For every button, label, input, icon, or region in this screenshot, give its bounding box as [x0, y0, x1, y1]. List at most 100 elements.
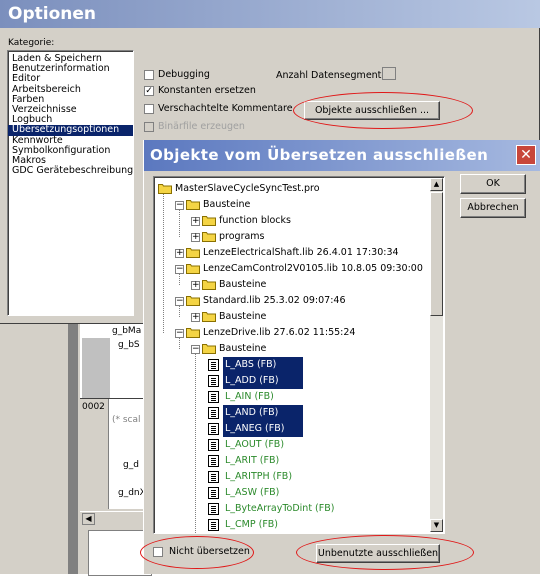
editor-comment: (* scal [112, 415, 141, 425]
document-icon [208, 423, 219, 435]
editor-line-margin [82, 338, 110, 398]
tree-item-label: Bausteine [219, 279, 267, 290]
exclude-unused-button[interactable]: Unbenutzte ausschließen [316, 544, 440, 563]
replace-constants-label: Konstanten ersetzen [158, 85, 256, 96]
tree-item-label: L_ABS (FB) [223, 357, 303, 373]
nested-comments-checkbox[interactable] [144, 104, 154, 114]
tree-item-label: L_AOUT (FB) [225, 439, 285, 450]
binary-file-label: Binärfile erzeugen [158, 121, 245, 132]
tree-item-label: L_ADD (FB) [223, 373, 303, 389]
tree-item-block[interactable]: L_ASW (FB) [154, 485, 432, 501]
dialog-title: Objekte vom Übersetzen ausschließen [144, 140, 540, 171]
replace-constants-checkbox[interactable]: ✓ [144, 86, 154, 96]
nested-comments-label: Verschachtelte Kommentare [158, 103, 293, 114]
tree-item-label: Standard.lib 25.3.02 09:07:46 [203, 295, 346, 306]
scroll-thumb[interactable] [430, 192, 443, 316]
cancel-button[interactable]: Abbrechen [460, 198, 526, 218]
scroll-left-icon[interactable]: ◀ [82, 513, 95, 525]
category-item-selected[interactable]: Übersetzungsoptionen [8, 125, 133, 136]
tree-vertical-scrollbar[interactable]: ▲ ▼ [430, 178, 443, 532]
tree-item-folder[interactable]: + Bausteine [154, 277, 432, 293]
tree-item-label: Bausteine [203, 199, 251, 210]
no-compile-label: Nicht übersetzen [169, 546, 250, 557]
folder-icon [202, 231, 216, 242]
document-icon [208, 359, 219, 371]
expand-icon[interactable]: + [191, 313, 200, 322]
tree-item-label: Bausteine [219, 343, 267, 354]
document-icon [208, 439, 219, 451]
tree-item-block[interactable]: L_ADD (FB) [154, 373, 432, 389]
category-item[interactable]: GDC Gerätebeschreibung [8, 165, 133, 176]
tree-item-label: L_ASW (FB) [225, 487, 280, 498]
category-list[interactable]: Laden & Speichern Benutzerinformation Ed… [7, 50, 134, 316]
tree-item-label: programs [219, 231, 265, 242]
tree-item-label: function blocks [219, 215, 291, 226]
tree-item-label: L_CONV (FB) [223, 533, 287, 534]
collapse-icon[interactable]: − [175, 329, 184, 338]
tree-item-project[interactable]: MasterSlaveCycleSyncTest.pro [154, 181, 432, 197]
tree-item-label: LenzeDrive.lib 27.6.02 11:55:24 [203, 327, 356, 338]
no-compile-checkbox[interactable] [153, 547, 163, 557]
tree-item-folder[interactable]: − Standard.lib 25.3.02 09:07:46 [154, 293, 432, 309]
tree-item-block[interactable]: L_CONV (FB) [154, 533, 432, 534]
tree-item-block[interactable]: L_AOUT (FB) [154, 437, 432, 453]
editor-text: g_dnX [118, 488, 146, 498]
collapse-icon[interactable]: − [191, 345, 200, 354]
editor-line-numbers [80, 399, 109, 509]
debugging-label: Debugging [158, 69, 210, 80]
tree-item-folder[interactable]: + programs [154, 229, 432, 245]
editor-horizontal-scrollbar[interactable]: ◀ [80, 511, 150, 525]
expand-icon[interactable]: + [175, 249, 184, 258]
tree-item-label: L_AIN (FB) [225, 391, 274, 402]
debugging-checkbox[interactable] [144, 70, 154, 80]
editor-text: g_d [123, 460, 139, 470]
collapse-icon[interactable]: − [175, 265, 184, 274]
folder-icon [158, 183, 172, 194]
tree-item-folder[interactable]: − LenzeDrive.lib 27.6.02 11:55:24 [154, 325, 432, 341]
editor-line-number: 0002 [82, 402, 105, 412]
scroll-down-icon[interactable]: ▼ [430, 519, 443, 532]
tree-item-folder[interactable]: + LenzeElectricalShaft.lib 26.4.01 17:30:… [154, 245, 432, 261]
object-tree-content: MasterSlaveCycleSyncTest.pro − Bausteine + f… [154, 177, 432, 533]
expand-icon[interactable]: + [191, 217, 200, 226]
tree-item-label: L_AND (FB) [223, 405, 303, 421]
tree-item-block[interactable]: L_ARITPH (FB) [154, 469, 432, 485]
tree-item-label: L_ANEG (FB) [223, 421, 303, 437]
editor-gutter [68, 318, 78, 574]
folder-icon [202, 215, 216, 226]
tree-item-block[interactable]: L_ByteArrayToDint (FB) [154, 501, 432, 517]
tree-item-block[interactable]: L_CMP (FB) [154, 517, 432, 533]
tree-item-folder[interactable]: + Bausteine [154, 309, 432, 325]
tree-item-block[interactable]: L_AND (FB) [154, 405, 432, 421]
options-window-title: Optionen [0, 0, 540, 28]
segments-label: Anzahl Datensegmente: [276, 70, 391, 81]
tree-item-block[interactable]: L_ABS (FB) [154, 357, 432, 373]
tree-item-label: MasterSlaveCycleSyncTest.pro [175, 183, 320, 194]
folder-icon [186, 263, 200, 274]
expand-icon[interactable]: + [191, 281, 200, 290]
tree-item-label: LenzeElectricalShaft.lib 26.4.01 17:30:3… [203, 247, 399, 258]
exclude-objects-dialog: Objekte vom Übersetzen ausschließen ✕ Ma… [143, 140, 540, 574]
tree-item-block[interactable]: L_AIN (FB) [154, 389, 432, 405]
folder-icon [202, 311, 216, 322]
tree-item-folder[interactable]: − Bausteine [154, 341, 432, 357]
exclude-objects-button[interactable]: Objekte ausschließen ... [304, 101, 440, 120]
expand-icon[interactable]: + [191, 233, 200, 242]
collapse-icon[interactable]: − [175, 297, 184, 306]
tree-item-folder[interactable]: + function blocks [154, 213, 432, 229]
tree-item-label: L_ARITPH (FB) [225, 471, 293, 482]
document-icon [208, 407, 219, 419]
category-label: Kategorie: [8, 38, 55, 48]
tree-item-folder[interactable]: − LenzeCamControl2V0105.lib 10.8.05 09:30… [154, 261, 432, 277]
object-tree[interactable]: MasterSlaveCycleSyncTest.pro − Bausteine + f… [153, 176, 445, 534]
editor-text: g_bS [118, 340, 140, 350]
tree-item-block[interactable]: L_ARIT (FB) [154, 453, 432, 469]
ok-button[interactable]: OK [460, 174, 526, 194]
tree-item-label: LenzeCamControl2V0105.lib 10.8.05 09:30:… [203, 263, 423, 274]
document-icon [208, 503, 219, 515]
scroll-up-icon[interactable]: ▲ [430, 178, 443, 191]
close-icon[interactable]: ✕ [516, 145, 536, 165]
tree-item-block[interactable]: L_ANEG (FB) [154, 421, 432, 437]
tree-item-folder[interactable]: − Bausteine [154, 197, 432, 213]
collapse-icon[interactable]: − [175, 201, 184, 210]
